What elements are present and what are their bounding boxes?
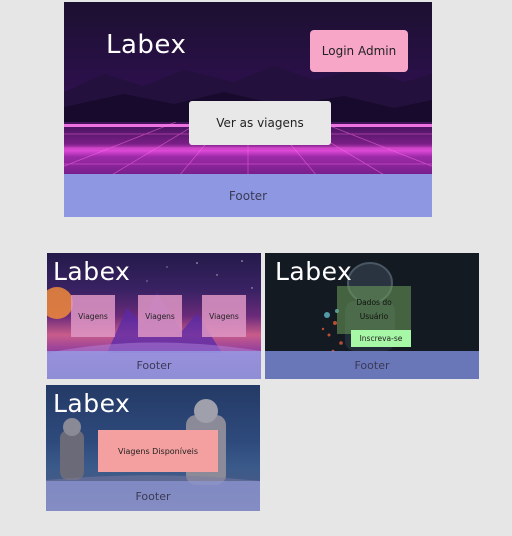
trips-screen: Labex Viagens Viagens Viagens Footer: [47, 253, 261, 379]
available-trips-screen: Labex Viagens Disponíveis Footer: [46, 385, 260, 511]
brand-logo: Labex: [275, 257, 353, 286]
home-screen: Labex Login Admin Ver as viagens Footer: [64, 2, 432, 217]
user-data-line1: Dados do: [356, 298, 392, 307]
trip-card[interactable]: Viagens: [71, 295, 115, 337]
user-data-form: Dados do Usuário: [337, 286, 411, 334]
brand-logo: Labex: [53, 389, 131, 418]
brand-logo: Labex: [53, 257, 131, 286]
user-data-line2: Usuário: [359, 312, 389, 321]
trip-card[interactable]: Viagens: [202, 295, 246, 337]
signup-screen: Labex Dados do Usuário Inscreva-se Foote…: [265, 253, 479, 379]
footer: Footer: [47, 351, 261, 379]
login-admin-button[interactable]: Login Admin: [310, 30, 408, 72]
available-trips-box: Viagens Disponíveis: [98, 430, 218, 472]
trip-card[interactable]: Viagens: [138, 295, 182, 337]
view-trips-button[interactable]: Ver as viagens: [189, 101, 331, 145]
footer: Footer: [265, 351, 479, 379]
footer: Footer: [46, 481, 260, 511]
brand-logo: Labex: [106, 30, 187, 60]
footer: Footer: [64, 174, 432, 217]
signup-button[interactable]: Inscreva-se: [351, 330, 411, 347]
